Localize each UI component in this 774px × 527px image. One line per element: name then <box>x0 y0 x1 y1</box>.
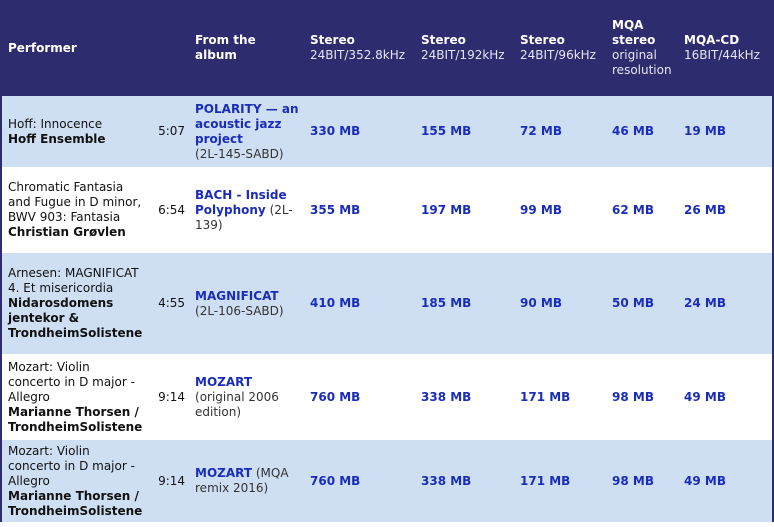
performer-name: Marianne Thorsen / TrondheimSolistene <box>8 488 143 518</box>
download-cell: 98 MB <box>606 354 679 440</box>
duration: 9:14 <box>147 440 190 522</box>
album-cell: MOZART (original 2006 edition) <box>189 354 305 440</box>
download-cell: 185 MB <box>415 253 515 354</box>
performer-cell: Mozart: Violin concerto in D major - All… <box>0 354 147 440</box>
header-stereo-352: Stereo 24BIT/352.8kHz <box>304 0 416 96</box>
download-link-stereo-352[interactable]: 760 MB <box>310 390 360 404</box>
header-stereo-96: Stereo 24BIT/96kHz <box>514 0 607 96</box>
album-cell: POLARITY — an acoustic jazz project (2L-1… <box>189 96 305 167</box>
performer-name: Christian Grøvlen <box>8 225 126 239</box>
header-performer: Performer <box>0 0 190 96</box>
download-link-mqa-cd[interactable]: 26 MB <box>684 203 726 217</box>
download-link-stereo-352[interactable]: 330 MB <box>310 124 360 138</box>
download-link-stereo-192[interactable]: 197 MB <box>421 203 471 217</box>
performer-cell: Mozart: Violin concerto in D major - All… <box>0 440 147 522</box>
download-cell: 99 MB <box>514 167 607 253</box>
download-link-mqa-stereo[interactable]: 62 MB <box>612 203 654 217</box>
download-link-stereo-96[interactable]: 171 MB <box>520 390 570 404</box>
download-cell: 760 MB <box>304 440 416 522</box>
download-cell: 410 MB <box>304 253 416 354</box>
download-cell: 330 MB <box>304 96 416 167</box>
download-cell: 46 MB <box>606 96 679 167</box>
table-row: Mozart: Violin concerto in D major - All… <box>0 440 774 522</box>
download-cell: 26 MB <box>678 167 774 253</box>
download-link-stereo-192[interactable]: 155 MB <box>421 124 471 138</box>
download-cell: 155 MB <box>415 96 515 167</box>
work-title: Mozart: Violin concerto in D major - All… <box>8 443 135 488</box>
download-link-mqa-stereo[interactable]: 50 MB <box>612 296 654 310</box>
download-link-stereo-352[interactable]: 410 MB <box>310 296 360 310</box>
album-cell: BACH - Inside Polyphony (2L-139) <box>189 167 305 253</box>
performer-name: Hoff Ensemble <box>8 131 106 146</box>
download-link-mqa-cd[interactable]: 49 MB <box>684 474 726 488</box>
header-album: From the album <box>189 0 305 96</box>
download-link-stereo-96[interactable]: 90 MB <box>520 296 562 310</box>
table-row: Chromatic Fantasia and Fugue in D minor,… <box>0 167 774 253</box>
download-link-mqa-cd[interactable]: 24 MB <box>684 296 726 310</box>
download-cell: 62 MB <box>606 167 679 253</box>
download-cell: 49 MB <box>678 354 774 440</box>
download-link-stereo-96[interactable]: 171 MB <box>520 474 570 488</box>
album-catalog: (original 2006 edition) <box>195 389 279 419</box>
download-link-mqa-cd[interactable]: 19 MB <box>684 124 726 138</box>
album-link[interactable]: MOZART <box>195 375 252 389</box>
performer-cell: Chromatic Fantasia and Fugue in D minor,… <box>0 167 147 253</box>
download-cell: 338 MB <box>415 354 515 440</box>
work-title: Hoff: Innocence <box>8 116 103 131</box>
work-title: Arnesen: MAGNIFICAT 4. Et misericordia <box>8 266 139 295</box>
performer-cell: Arnesen: MAGNIFICAT 4. Et misericordia Ni… <box>0 253 147 354</box>
table-row: Arnesen: MAGNIFICAT 4. Et misericordia Ni… <box>0 253 774 354</box>
album-link[interactable]: POLARITY — an acoustic jazz project <box>195 102 299 146</box>
download-link-mqa-stereo[interactable]: 98 MB <box>612 474 654 488</box>
work-title: Chromatic Fantasia and Fugue in D minor,… <box>8 180 142 224</box>
table-row: Hoff: Innocence Hoff Ensemble 5:07 POLARI… <box>0 96 774 167</box>
header-stereo-192: Stereo 24BIT/192kHz <box>415 0 515 96</box>
download-cell: 49 MB <box>678 440 774 522</box>
download-link-stereo-192[interactable]: 338 MB <box>421 390 471 404</box>
download-link-stereo-192[interactable]: 338 MB <box>421 474 471 488</box>
header-mqa-stereo: MQA stereo original resolution <box>606 0 679 96</box>
album-link[interactable]: MOZART <box>195 466 252 480</box>
download-cell: 24 MB <box>678 253 774 354</box>
duration: 9:14 <box>147 354 190 440</box>
download-link-mqa-stereo[interactable]: 46 MB <box>612 124 654 138</box>
work-title: Mozart: Violin concerto in D major - All… <box>8 359 135 404</box>
table-row: Mozart: Violin concerto in D major - All… <box>0 354 774 440</box>
header-mqa-cd: MQA-CD 16BIT/44kHz <box>678 0 774 96</box>
download-cell: 72 MB <box>514 96 607 167</box>
download-cell: 50 MB <box>606 253 679 354</box>
download-cell: 19 MB <box>678 96 774 167</box>
duration: 6:54 <box>147 167 190 253</box>
download-link-stereo-192[interactable]: 185 MB <box>421 296 471 310</box>
duration: 4:55 <box>147 253 190 354</box>
album-link[interactable]: MAGNIFICAT <box>195 289 279 303</box>
download-link-mqa-stereo[interactable]: 98 MB <box>612 390 654 404</box>
performer-name: Nidarosdomens jentekor & TrondheimSolist… <box>8 296 143 340</box>
duration: 5:07 <box>147 96 190 167</box>
header-row: Performer From the album Stereo 24BIT/352… <box>0 0 774 96</box>
performer-name: Marianne Thorsen / TrondheimSolistene <box>8 404 143 434</box>
download-cell: 355 MB <box>304 167 416 253</box>
download-cell: 171 MB <box>514 354 607 440</box>
download-link-stereo-352[interactable]: 760 MB <box>310 474 360 488</box>
download-cell: 98 MB <box>606 440 679 522</box>
download-cell: 171 MB <box>514 440 607 522</box>
download-cell: 197 MB <box>415 167 515 253</box>
download-cell: 90 MB <box>514 253 607 354</box>
downloads-table: Performer From the album Stereo 24BIT/352… <box>0 0 774 522</box>
download-link-stereo-96[interactable]: 99 MB <box>520 203 562 217</box>
download-link-stereo-96[interactable]: 72 MB <box>520 124 562 138</box>
album-catalog: (2L-106-SABD) <box>195 303 284 318</box>
download-cell: 338 MB <box>415 440 515 522</box>
download-link-stereo-352[interactable]: 355 MB <box>310 203 360 217</box>
album-cell: MAGNIFICAT (2L-106-SABD) <box>189 253 305 354</box>
album-cell: MOZART (MQA remix 2016) <box>189 440 305 522</box>
download-link-mqa-cd[interactable]: 49 MB <box>684 390 726 404</box>
download-cell: 760 MB <box>304 354 416 440</box>
album-catalog: (2L-145-SABD) <box>195 146 284 161</box>
performer-cell: Hoff: Innocence Hoff Ensemble <box>0 96 147 167</box>
